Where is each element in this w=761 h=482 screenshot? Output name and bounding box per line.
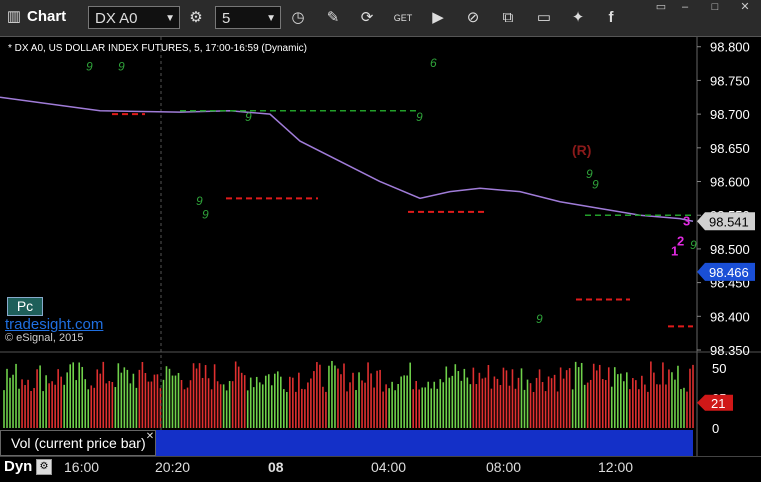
volume-tick-label: 50	[712, 361, 726, 376]
x-tick: 20:20	[155, 459, 191, 475]
y-tick-label: 98.350	[710, 343, 750, 358]
x-tick: 16:00	[64, 459, 100, 475]
y-tick-label: 98.800	[710, 40, 750, 55]
y-tick-label: 98.700	[710, 107, 750, 122]
copyright-text: © eSignal, 2015	[5, 332, 84, 344]
x-tick: 08:00	[486, 459, 522, 475]
volume-tag-label: 21	[711, 396, 725, 411]
volume-panel-label: Vol (current price bar)	[0, 430, 156, 456]
td-count-label: 9	[592, 177, 599, 191]
x-tick: 04:00	[371, 459, 407, 475]
annotation-r: (R)	[572, 142, 592, 158]
y-tick-label: 98.750	[710, 73, 750, 88]
y-tick-label: 98.600	[710, 175, 750, 190]
y-tick-label: 98.650	[710, 141, 750, 156]
price-tag-label: 98.466	[709, 265, 749, 280]
td-count-label: 9	[118, 59, 125, 73]
volume-bars	[3, 360, 694, 428]
volume-panel-title: Vol (current price bar)	[11, 435, 146, 451]
td-count-label: 9	[196, 194, 203, 208]
dyn-settings-icon[interactable]: ⚙	[36, 459, 52, 475]
td-count-label: 9	[202, 208, 209, 222]
td-count-label: 9	[245, 110, 252, 124]
price-tag-label: 98.541	[709, 214, 749, 229]
watermark-link[interactable]: tradesight.com	[5, 316, 103, 333]
td-count-label: 9	[536, 312, 543, 326]
pc-badge[interactable]: Pc	[7, 297, 43, 316]
chart-area[interactable]: 9 9999969999123 98.35098.40098.45098.5009…	[0, 0, 761, 456]
price-panel-bg	[0, 37, 761, 348]
td-count-label: 9	[86, 59, 93, 73]
signal-label: 2	[677, 234, 684, 249]
x-tick: 08	[268, 459, 284, 475]
chart-title: * DX A0, US DOLLAR INDEX FUTURES, 5, 17:…	[8, 43, 307, 54]
dyn-label[interactable]: Dyn	[4, 458, 32, 475]
volume-tick-label: 0	[712, 421, 719, 436]
x-tick: 12:00	[598, 459, 634, 475]
td-count-label: 9	[690, 238, 697, 252]
td-count-label: 6	[430, 56, 437, 70]
close-icon[interactable]: ✕	[144, 431, 156, 443]
y-tick-label: 98.400	[710, 309, 750, 324]
y-tick-label: 98.500	[710, 242, 750, 257]
signal-label: 3	[683, 213, 690, 228]
td-count-label: 9	[416, 110, 423, 124]
